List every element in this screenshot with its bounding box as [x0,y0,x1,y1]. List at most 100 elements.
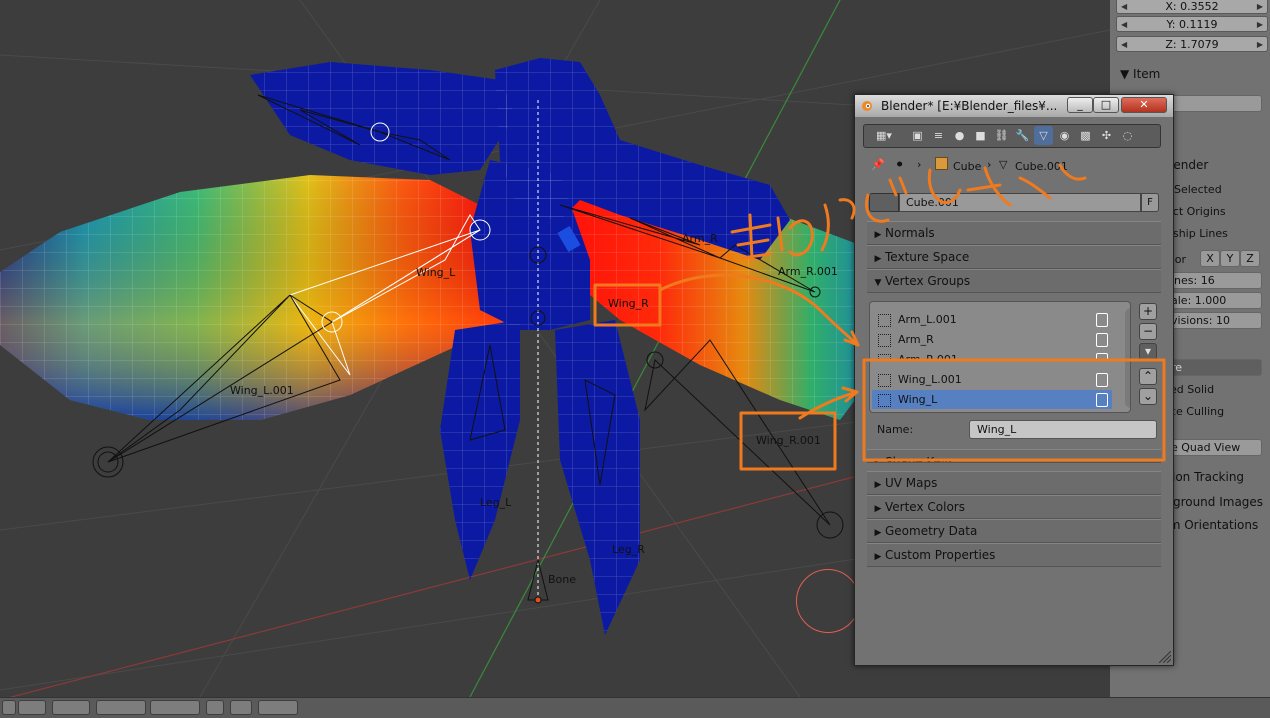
layer-buttons-group-2[interactable] [150,700,200,715]
move-up-button[interactable]: ⌃ [1139,368,1157,385]
scene-icon: ⚫ [895,158,905,171]
background-images-panel[interactable]: kground Images [1166,495,1263,509]
lock-icon[interactable] [1096,373,1108,387]
maximize-button[interactable]: □ [1093,97,1119,113]
window-titlebar[interactable]: Blender* [E:¥Blender_files¥... _ □ ✕ [855,95,1173,117]
breadcrumb-mesh: Cube.001 [1015,160,1068,173]
object-tab-icon[interactable]: ■ [971,126,990,145]
render-tab-icon[interactable]: ▣ [908,126,927,145]
vertex-group-name-input[interactable]: Wing_L [969,420,1157,439]
add-vertex-group-button[interactable]: + [1139,303,1157,320]
editor-type-icon[interactable]: ▦▾ [868,126,900,145]
render-layers-tab-icon[interactable]: ≡ [929,126,948,145]
panel-vertex-colors[interactable]: ▶ Vertex Colors [867,495,1161,519]
mesh-datablock-field: Cube.001 F [869,193,1159,212]
lock-icon[interactable] [1096,313,1108,327]
resize-grip-icon[interactable] [1159,651,1171,663]
list-item[interactable]: Arm_R.001 [872,350,1112,361]
list-item[interactable]: Wing_L.001 [872,370,1112,389]
close-button[interactable]: ✕ [1121,97,1167,113]
object-origins-toggle[interactable]: ect Origins [1166,205,1226,218]
modifiers-tab-icon[interactable]: 🔧 [1013,126,1032,145]
editor-type-button[interactable] [2,700,16,715]
panel-uv-maps[interactable]: ▶ UV Maps [867,471,1161,495]
panel-normals[interactable]: ▶ Normals [867,221,1161,245]
world-tab-icon[interactable]: ● [950,126,969,145]
bone-label-leg-l: Leg_L [480,496,512,509]
panel-custom-properties[interactable]: ▶ Custom Properties [867,543,1161,567]
lock-camera-button[interactable] [206,700,224,715]
triangle-right-icon: ▶ [874,230,882,240]
grid-scale-field[interactable]: ale: 1.000 [1166,292,1262,309]
blender-logo-icon [862,101,872,111]
axis-y-toggle[interactable]: Y [1220,250,1240,267]
bone-label-leg-r: Leg_R [612,543,645,556]
triangle-right-icon: ▶ [874,504,882,514]
textured-solid-toggle[interactable]: ed Solid [1170,383,1214,396]
relationship-lines-toggle[interactable]: nship Lines [1166,227,1228,240]
toggle-quad-view-button[interactable]: e Quad View [1166,439,1262,456]
fake-user-button[interactable]: F [1141,193,1159,212]
panel-vertex-groups[interactable]: ▼ Vertex Groups [867,269,1161,293]
shading-select[interactable]: re [1166,359,1262,376]
axis-z-toggle[interactable]: Z [1240,250,1260,267]
transform-orientations-panel[interactable]: rm Orientations [1164,518,1258,532]
item-panel-header[interactable]: ▼ Item [1120,67,1160,81]
pin-icon[interactable]: 📌 [871,158,885,171]
location-x-field[interactable]: ◀ X: 0.3552 ▶ [1116,0,1268,14]
motion-tracking-panel[interactable]: ion Tracking [1172,470,1244,484]
triangle-right-icon: ▶ [871,452,885,462]
bone-label-wing-r-001: Wing_R.001 [756,434,821,447]
backface-culling-toggle[interactable]: ce Culling [1170,405,1224,418]
properties-context-tabs: ▦▾ ▣ ≡ ● ■ ⛓ 🔧 ▽ ◉ ▩ ✣ ◌ [863,124,1161,148]
particles-tab-icon[interactable]: ✣ [1097,126,1116,145]
chevron-right-icon: › [987,158,992,171]
vertex-group-icon [878,334,891,347]
panel-shape-keys[interactable]: ▶Shape Keys [867,449,1161,463]
vertex-group-icon [878,354,891,361]
bone-label-wing-r: Wing_R [608,297,649,310]
bone-label-wing-l: Wing_L [416,266,456,279]
item-name-field[interactable]: e [1160,95,1262,112]
minimize-button[interactable]: _ [1067,97,1093,113]
render-buttons[interactable] [258,700,298,715]
axis-x-toggle[interactable]: X [1200,250,1220,267]
vertex-group-icon [878,374,891,387]
shading-buttons[interactable] [52,700,90,715]
list-scrollbar[interactable] [1125,308,1130,408]
panel-geometry-data[interactable]: ▶ Geometry Data [867,519,1161,543]
properties-window[interactable]: Blender* [E:¥Blender_files¥... _ □ ✕ ▦▾ … [854,94,1174,666]
grid-subdivisions-field[interactable]: visions: 10 [1166,312,1262,329]
list-item[interactable]: Arm_L.001 [872,310,1112,329]
lock-icon[interactable] [1096,333,1108,347]
constraints-tab-icon[interactable]: ⛓ [992,126,1011,145]
location-z-field[interactable]: ◀ Z: 1.7079 ▶ [1116,36,1268,52]
snap-button[interactable] [230,700,252,715]
list-item[interactable]: Arm_R [872,330,1112,349]
pivot-point-button[interactable] [18,700,46,715]
breadcrumb-object: Cube [953,160,982,173]
mesh-data-icon: ▽ [999,158,1008,171]
chevron-right-icon: › [917,158,922,171]
triangle-right-icon: ▶ [874,528,882,538]
panel-texture-space[interactable]: ▶ Texture Space [867,245,1161,269]
vertex-group-list[interactable]: Arm_L.001 Arm_R Arm_R.001 Wing_L.001 Win… [869,301,1131,413]
remove-vertex-group-button[interactable]: − [1139,323,1157,340]
bone-label-arm-r: Arm_R [682,232,718,245]
grid-lines-field[interactable]: ines: 16 [1166,272,1262,289]
material-tab-icon[interactable]: ◉ [1055,126,1074,145]
texture-tab-icon[interactable]: ▩ [1076,126,1095,145]
location-y-field[interactable]: ◀ Y: 0.1119 ▶ [1116,16,1268,32]
mesh-browse-icon[interactable] [869,193,899,212]
mesh-name-input[interactable]: Cube.001 [899,193,1141,212]
layer-buttons-group-1[interactable] [96,700,146,715]
list-item-selected[interactable]: Wing_L [872,390,1112,409]
physics-tab-icon[interactable]: ◌ [1118,126,1137,145]
name-label: Name: [877,423,914,436]
only-selected-toggle[interactable]: Selected [1174,183,1222,196]
specials-menu-button[interactable]: ▾ [1139,343,1157,360]
mesh-data-tab-icon[interactable]: ▽ [1034,126,1053,145]
lock-icon[interactable] [1096,393,1108,407]
lock-icon[interactable] [1096,353,1108,361]
move-down-button[interactable]: ⌄ [1139,388,1157,405]
